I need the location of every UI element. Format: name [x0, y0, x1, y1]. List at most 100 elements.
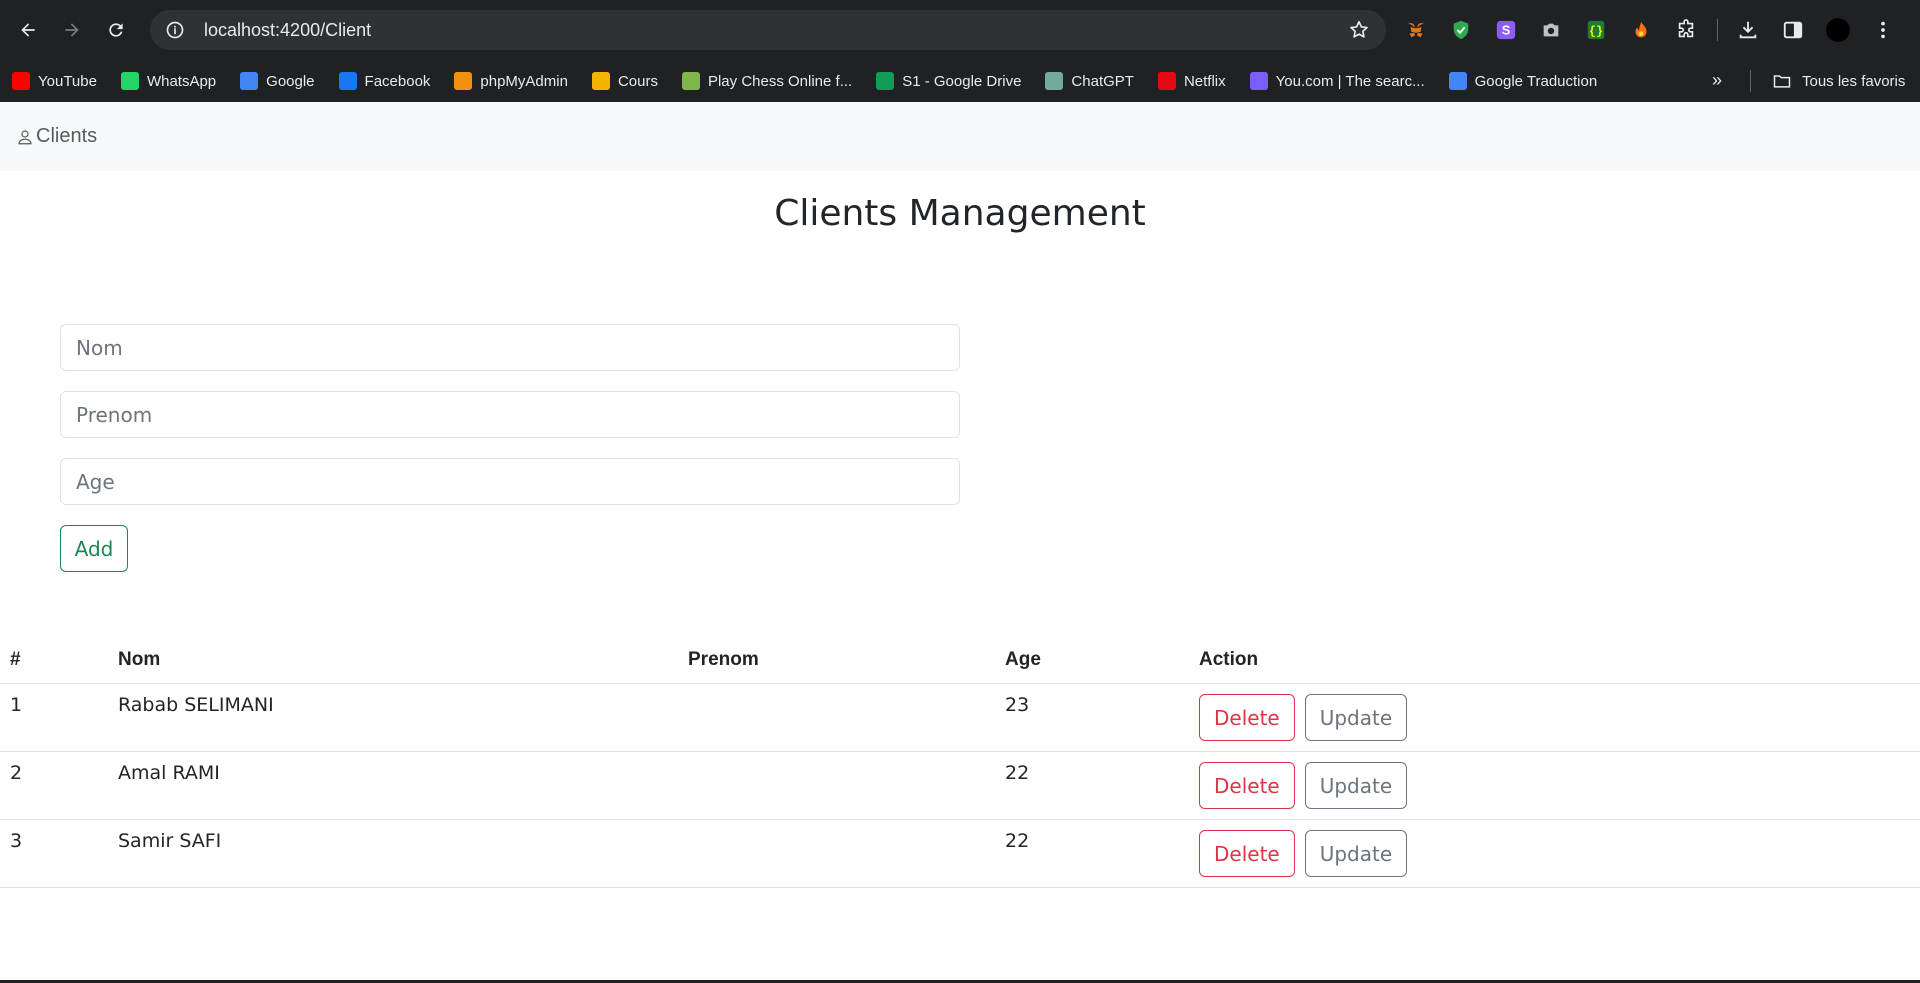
- bookmark-label: Cours: [617, 72, 658, 90]
- header-nom: Nom: [118, 648, 161, 670]
- table-row: 1 Rabab SELIMANI 23 Delete Update: [0, 684, 1920, 752]
- delete-button[interactable]: Delete: [1199, 694, 1295, 741]
- address-bar[interactable]: localhost:4200/Client: [150, 10, 1386, 50]
- bookmark-label: Facebook: [364, 72, 431, 90]
- client-form: Nom Prenom Age Add: [60, 324, 960, 572]
- bookmark-item[interactable]: YouTube: [12, 72, 97, 90]
- fire-extension-icon[interactable]: [1625, 14, 1657, 46]
- table-row: 2 Amal RAMI 22 Delete Update: [0, 752, 1920, 820]
- youtube-icon: [12, 72, 30, 90]
- clients-table: # Nom Prenom Age Action 1 Rabab SELIMANI…: [0, 636, 1920, 888]
- bookmark-item[interactable]: Google Traduction: [1448, 72, 1598, 90]
- age-input[interactable]: Age: [60, 458, 960, 505]
- update-button[interactable]: Update: [1304, 762, 1408, 809]
- bookmark-star-icon[interactable]: [1348, 19, 1370, 41]
- table-row: 3 Samir SAFI 22 Delete Update: [0, 820, 1920, 888]
- bookmark-item[interactable]: Cours: [591, 72, 658, 90]
- back-button[interactable]: [10, 12, 46, 48]
- cell-nom: Amal RAMI: [118, 762, 220, 784]
- cell-nom: Rabab SELIMANI: [118, 694, 274, 716]
- profile-avatar[interactable]: [1822, 14, 1854, 46]
- json-extension-icon[interactable]: {}: [1580, 14, 1612, 46]
- classroom-icon: [591, 72, 610, 90]
- bookmark-label: You.com | The searc...: [1275, 72, 1425, 90]
- facebook-icon: [338, 72, 357, 90]
- folder-icon: [1773, 75, 1791, 88]
- prenom-input[interactable]: Prenom: [60, 391, 960, 438]
- bookmark-label: S1 - Google Drive: [902, 72, 1022, 90]
- bookmark-item[interactable]: WhatsApp: [120, 72, 217, 90]
- phpmyadmin-icon: [454, 72, 473, 90]
- url-text: localhost:4200/Client: [204, 19, 372, 40]
- cell-id: 3: [10, 830, 23, 852]
- bookmarks-bar: YouTube WhatsApp Google Facebook phpMyAdmin C…: [0, 60, 1920, 102]
- navbar-clients-link[interactable]: Clients: [16, 125, 97, 148]
- reload-button[interactable]: [98, 12, 134, 48]
- side-panel-icon[interactable]: [1777, 14, 1809, 46]
- browser-chrome: localhost:4200/Client S {} YouTube WhatsA…: [0, 0, 1920, 102]
- download-icon[interactable]: [1732, 14, 1764, 46]
- all-bookmarks-folder[interactable]: Tous les favoris: [1772, 71, 1905, 91]
- bookmark-item[interactable]: ChatGPT: [1045, 72, 1134, 90]
- bookmark-label: WhatsApp: [146, 72, 217, 90]
- bookmark-label: Google: [266, 72, 315, 90]
- cell-prenom: [688, 684, 1005, 751]
- cell-actions: Delete Update: [1199, 684, 1920, 751]
- bookmark-item[interactable]: phpMyAdmin: [454, 72, 568, 90]
- header-age: Age: [1005, 648, 1041, 670]
- navbar-brand-label: Clients: [36, 125, 98, 147]
- cell-prenom: [688, 752, 1005, 819]
- bookmark-item[interactable]: S1 - Google Drive: [876, 72, 1021, 90]
- bookmark-label: phpMyAdmin: [480, 72, 568, 90]
- delete-button[interactable]: Delete: [1199, 762, 1295, 809]
- browser-toolbar: localhost:4200/Client S {}: [0, 0, 1920, 60]
- cell-id: 1: [10, 694, 23, 716]
- cell-actions: Delete Update: [1199, 820, 1920, 887]
- google-drive-icon: [876, 72, 895, 90]
- bookmark-item[interactable]: Facebook: [338, 72, 431, 90]
- svg-text:S: S: [1502, 23, 1511, 38]
- cell-nom: Samir SAFI: [118, 830, 222, 852]
- bookmark-label: Google Traduction: [1474, 72, 1598, 90]
- forward-button[interactable]: [54, 12, 90, 48]
- add-button[interactable]: Add: [60, 525, 128, 572]
- bookmarks-separator: [1750, 70, 1751, 92]
- bookmark-item[interactable]: Google: [240, 72, 315, 90]
- whatsapp-icon: [120, 72, 139, 90]
- page-title: Clients Management: [774, 193, 1146, 234]
- update-button[interactable]: Update: [1304, 830, 1408, 877]
- s-extension-icon[interactable]: S: [1490, 14, 1522, 46]
- toolbar-separator: [1717, 19, 1718, 41]
- google-translate-icon: [1448, 72, 1467, 90]
- bookmark-item[interactable]: You.com | The searc...: [1249, 72, 1425, 90]
- bookmark-label: ChatGPT: [1071, 72, 1134, 90]
- nom-input[interactable]: Nom: [60, 324, 960, 371]
- all-bookmarks-label: Tous les favoris: [1802, 72, 1906, 90]
- update-button[interactable]: Update: [1304, 694, 1408, 741]
- cell-prenom: [688, 820, 1005, 887]
- more-bookmarks-icon[interactable]: »: [1712, 70, 1722, 91]
- cell-actions: Delete Update: [1199, 752, 1920, 819]
- arrow-left-icon: [21, 23, 35, 37]
- header-action: Action: [1199, 648, 1259, 670]
- menu-kebab-icon[interactable]: [1867, 14, 1899, 46]
- camera-extension-icon[interactable]: [1535, 14, 1567, 46]
- extensions-puzzle-icon[interactable]: [1670, 14, 1702, 46]
- reload-icon: [109, 23, 123, 37]
- extensions-area: S {}: [1400, 14, 1912, 46]
- chatgpt-icon: [1045, 72, 1064, 90]
- shield-extension-icon[interactable]: [1445, 14, 1477, 46]
- you-com-icon: [1249, 72, 1268, 90]
- chess-pawn-icon: [681, 72, 700, 90]
- google-icon: [240, 72, 259, 90]
- bookmark-item[interactable]: Netflix: [1157, 72, 1226, 90]
- site-info-icon[interactable]: [164, 19, 186, 41]
- cell-age: 22: [1005, 762, 1030, 784]
- bookmark-item[interactable]: Play Chess Online f...: [681, 72, 852, 90]
- bookmark-label: Netflix: [1183, 72, 1226, 90]
- metamask-extension-icon[interactable]: [1400, 14, 1432, 46]
- delete-button[interactable]: Delete: [1199, 830, 1295, 877]
- table-header-row: # Nom Prenom Age Action: [0, 636, 1920, 684]
- header-id: #: [10, 648, 21, 670]
- cell-age: 23: [1005, 694, 1030, 716]
